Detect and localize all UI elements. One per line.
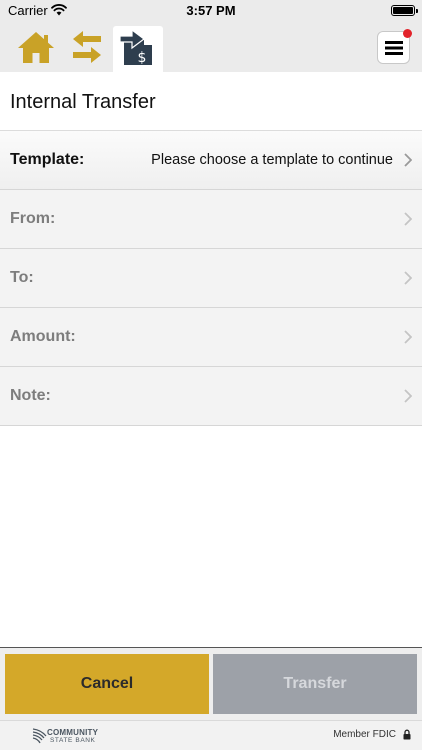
to-row[interactable]: To: <box>0 249 422 308</box>
chevron-right-icon <box>404 389 412 403</box>
chevron-right-icon <box>404 153 412 167</box>
home-button[interactable] <box>12 22 60 72</box>
svg-text:$: $ <box>138 50 147 66</box>
bank-logo: COMMUNITY STATE BANK <box>32 727 122 747</box>
amount-row[interactable]: Amount: <box>0 308 422 367</box>
bank-name-line2: STATE BANK <box>50 737 96 744</box>
template-label: Template: <box>10 151 85 168</box>
transfer-button[interactable]: Transfer <box>213 654 417 714</box>
battery-icon <box>391 5 418 16</box>
bank-name-line1: COMMUNITY <box>47 728 99 737</box>
note-label: Note: <box>10 387 51 404</box>
transfers-button[interactable] <box>64 22 110 72</box>
home-icon <box>18 32 54 63</box>
status-bar: Carrier 3:57 PM <box>0 0 422 22</box>
from-row[interactable]: From: <box>0 190 422 249</box>
page-header: Internal Transfer <box>0 72 422 131</box>
member-fdic-label: Member FDIC <box>333 729 396 740</box>
from-label: From: <box>10 210 56 227</box>
bottom-bar: COMMUNITY STATE BANK Member FDIC <box>0 720 422 750</box>
transfer-form: Template: Please choose a template to co… <box>0 131 422 426</box>
top-nav: $ <box>0 22 422 72</box>
internal-transfer-icon: $ <box>120 30 152 66</box>
notification-badge <box>403 29 412 38</box>
action-bar: Cancel Transfer <box>0 648 422 720</box>
template-row[interactable]: Template: Please choose a template to co… <box>0 131 422 190</box>
chevron-right-icon <box>404 330 412 344</box>
cancel-button[interactable]: Cancel <box>5 654 209 714</box>
transfer-arrows-icon <box>73 31 101 63</box>
template-value: Please choose a template to continue <box>151 152 393 168</box>
chevron-right-icon <box>404 212 412 226</box>
menu-button[interactable] <box>377 29 412 64</box>
to-label: To: <box>10 269 34 286</box>
amount-label: Amount: <box>10 328 76 345</box>
note-row[interactable]: Note: <box>0 367 422 426</box>
menu-icon <box>384 40 403 55</box>
lock-icon <box>403 729 411 740</box>
bank-logo-icon <box>32 728 47 744</box>
internal-transfer-tab[interactable]: $ <box>113 26 163 72</box>
page-title: Internal Transfer <box>10 91 156 113</box>
status-time: 3:57 PM <box>186 3 236 18</box>
chevron-right-icon <box>404 271 412 285</box>
